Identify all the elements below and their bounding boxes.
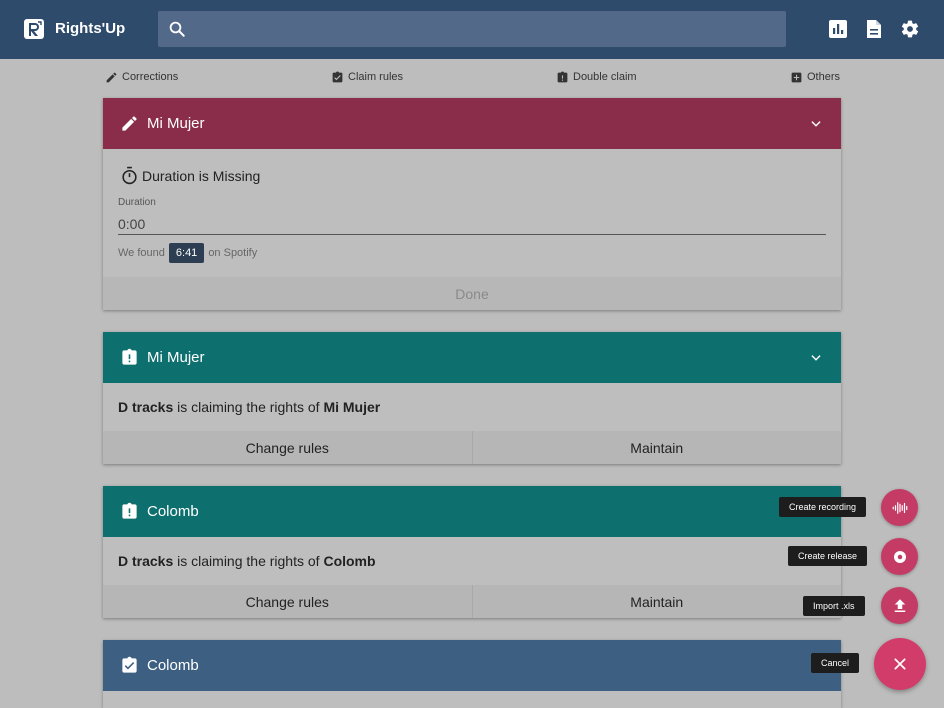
top-app-bar: Rights'Up [0,0,944,59]
gear-icon[interactable] [900,19,920,39]
category-double-claim[interactable]: Double claim [556,70,637,84]
claimed-work: Mi Mujer [323,399,381,415]
category-label: Others [807,71,841,83]
issue-text: Duration is Missing [142,167,261,184]
card-body: Duration is Missing Duration We found 6:… [103,149,841,310]
chevron-down-icon[interactable] [809,351,823,365]
suggested-duration-chip[interactable]: 6:41 [168,243,205,263]
duration-input[interactable] [118,214,826,235]
plus-box-icon [791,72,802,82]
claimed-work: Colomb [323,553,376,569]
search-bar[interactable] [158,11,786,47]
found-prefix: We found [118,247,165,259]
card-header[interactable]: Mi Mujer [103,332,841,383]
app-title: Rights'Up [55,20,126,37]
claim-rules-card: Colomb [103,640,841,708]
claimer-name: D tracks [118,399,174,415]
timer-icon [122,166,137,185]
category-label: Double claim [573,71,637,83]
card-title: Colomb [147,657,199,674]
category-claim-rules[interactable]: Claim rules [331,70,403,84]
claim-text: is claiming the rights of [177,399,320,415]
search-icon [169,21,185,37]
pencil-icon [106,72,117,82]
clipboard-alert-icon [122,502,137,519]
claim-description: D tracks is claiming the rights of Mi Mu… [118,399,380,415]
card-body: D tracks is claiming the rights of Mi Mu… [103,383,841,464]
app-logo-icon[interactable] [24,19,44,39]
card-actions: Change rules Maintain [103,585,841,618]
duration-label: Duration [118,197,156,208]
category-label: Claim rules [348,71,404,83]
claimer-name: D tracks [118,553,174,569]
spotify-suggestion: We found 6:41 on Spotify [118,243,257,263]
bar-chart-icon[interactable] [828,19,848,39]
close-icon [894,658,906,670]
clipboard-check-icon [332,71,343,82]
cancel-tooltip: Cancel [811,653,860,673]
pencil-icon [122,116,137,131]
card-actions: Change rules Maintain [103,431,841,464]
import-xls-tooltip: Import .xls [803,596,865,616]
create-release-tooltip: Create release [788,546,868,566]
issue-title: Duration is Missing [120,166,260,185]
correction-card: Mi Mujer Duration is Missing Duration We… [103,98,841,310]
card-header[interactable]: Colomb [103,640,841,691]
claim-description: D tracks is claiming the rights of Colom… [118,553,376,569]
clipboard-alert-icon [557,71,568,82]
document-icon[interactable] [864,19,884,39]
change-rules-button[interactable]: Change rules [103,431,472,464]
chevron-down-icon[interactable] [809,117,823,131]
done-button[interactable]: Done [103,277,841,310]
card-header[interactable]: Colomb [103,486,841,537]
category-others[interactable]: Others [790,70,840,84]
category-label: Corrections [122,71,179,83]
card-body [103,691,841,708]
maintain-button[interactable]: Maintain [471,431,842,464]
create-recording-button[interactable] [881,489,918,526]
card-body: D tracks is claiming the rights of Colom… [103,537,841,618]
fab-cancel-button[interactable] [874,638,926,690]
card-title: Mi Mujer [147,115,205,132]
found-suffix: on Spotify [208,247,258,259]
clipboard-alert-icon [122,348,137,365]
create-release-button[interactable] [881,538,918,575]
clipboard-check-icon [122,656,137,673]
upload-icon [894,598,905,612]
card-title: Colomb [147,503,199,520]
claim-text: is claiming the rights of [177,553,320,569]
create-recording-tooltip: Create recording [779,497,867,517]
maintain-button[interactable]: Maintain [471,585,842,618]
double-claim-card: Mi Mujer D tracks is claiming the rights… [103,332,841,464]
card-title: Mi Mujer [147,349,205,366]
waveform-icon [892,501,907,514]
card-header[interactable]: Mi Mujer [103,98,841,149]
change-rules-button[interactable]: Change rules [103,585,472,618]
disc-icon [893,550,906,563]
category-corrections[interactable]: Corrections [105,70,178,84]
double-claim-card: Colomb D tracks is claiming the rights o… [103,486,841,618]
import-xls-button[interactable] [881,587,918,624]
